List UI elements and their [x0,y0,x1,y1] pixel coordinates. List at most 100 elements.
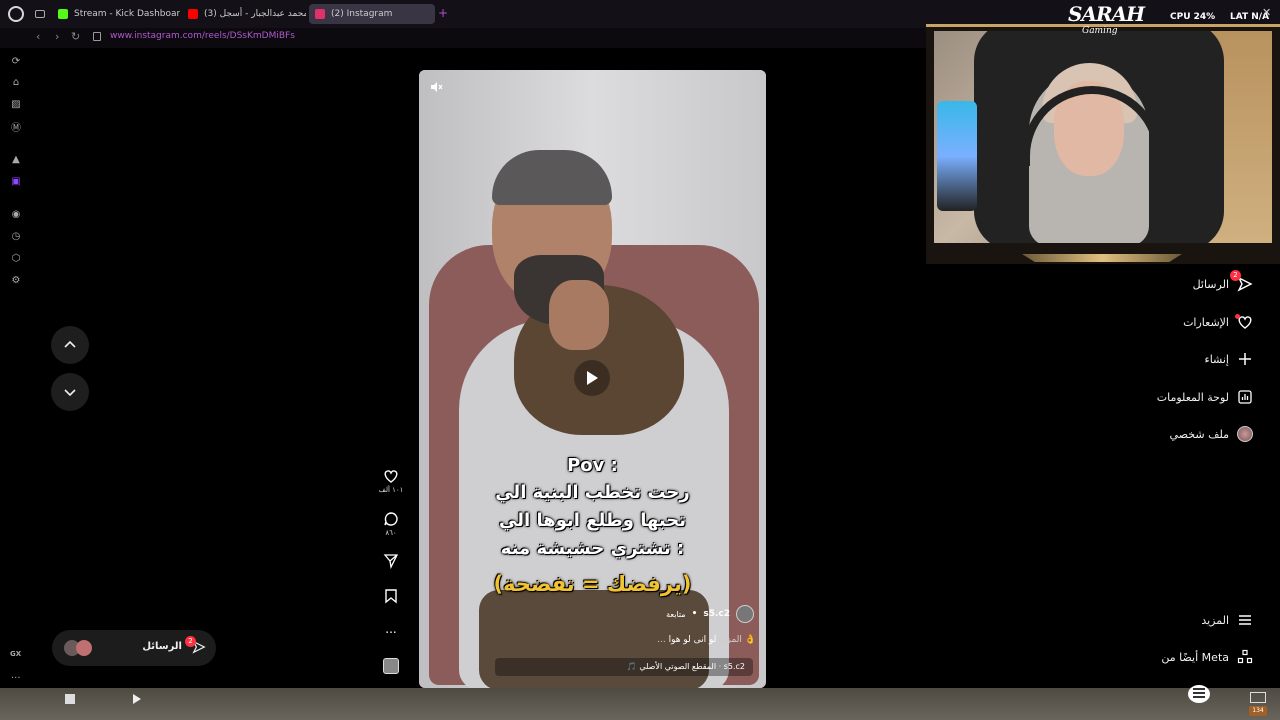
brand-subtitle: Gaming [1082,26,1118,36]
arrow-app-icon[interactable]: ▲ [7,150,25,168]
taskbar [0,688,1280,720]
nav-profile[interactable]: ملف شخصي [1170,426,1253,442]
nav-messages-label: الرسائل [1192,277,1229,291]
caption-line: تحبها وطلع ابوها الي [499,510,686,531]
tab-youtube[interactable]: (3) محمد عبدالجبار - أسجل ... [182,4,306,24]
webcam-feed [934,31,1272,243]
player-icon[interactable]: ◉ [7,205,25,223]
tab-kick-dashboard[interactable]: Stream - Kick Dashboard [52,4,180,24]
refresh-icon[interactable]: ⟳ [7,52,25,70]
flow-icon[interactable]: ▨ [7,95,25,113]
meta-apps-icon [1237,649,1253,664]
messages-pill[interactable]: الرسائل 2 [52,630,216,666]
like-count: ١٠١ ألف [378,486,404,494]
nav-create[interactable]: إنشاء [1205,351,1253,367]
new-tab-button[interactable]: + [438,6,448,20]
reel-description: ... المزيد لو انى لو هوا 👌 [657,635,756,645]
mail-icon[interactable] [1250,692,1266,703]
dashboard-icon [1238,390,1252,404]
messages-badge: 2 [185,636,196,647]
play-icon[interactable] [132,693,142,705]
notification-dot [1235,314,1240,319]
twitch-icon[interactable]: ▣ [7,172,25,190]
caption-line: تشتري حشيشة منه : [500,538,685,559]
address-bar: ‹ › ↻ www.instagram.com/reels/DSsKmDMiBF… [0,28,930,48]
tab-label: Stream - Kick Dashboard [74,9,180,19]
nav-dashboard-label: لوحة المعلومات [1156,390,1229,404]
nav-profile-label: ملف شخصي [1169,427,1229,441]
url-field[interactable]: www.instagram.com/reels/DSsKmDMiBFs [110,31,295,41]
play-button[interactable] [574,360,610,396]
heart-icon [1235,314,1253,330]
hamburger-icon [1239,615,1251,625]
tab-label: (3) محمد عبدالجبار - أسجل ... [204,9,306,19]
nav-dashboard[interactable]: لوحة المعلومات [1157,389,1253,405]
avatar [76,640,92,656]
share-action[interactable] [380,553,402,569]
tab-manager-icon[interactable] [35,10,45,18]
like-action[interactable]: ١٠١ ألف [378,468,404,494]
sidebar-more-icon[interactable]: ... [11,670,21,681]
screen: Stream - Kick Dashboard (3) محمد عبدالجب… [0,0,1280,720]
nav-notifications[interactable]: الإشعارات [1183,314,1253,330]
webcam-microphone [937,101,977,211]
audio-label[interactable]: 🎵 المقطع الصوتي الأصلي · s5.c2 [495,658,753,676]
send-icon [383,554,399,569]
kick-icon [58,9,68,19]
caption-punchline: (يرفضك = تفضحة) [493,572,692,596]
instagram-icon [315,9,325,19]
m-icon[interactable]: Ⓜ [7,117,25,135]
plus-icon [1239,353,1251,365]
settings-icon[interactable]: ⚙ [7,271,25,289]
comment-count: ٨٦٠ [385,529,397,537]
video-hand [549,280,609,350]
stop-icon[interactable] [65,694,75,704]
comment-icon [384,512,398,526]
author-name[interactable]: s5.c2 [703,609,730,619]
next-reel-button[interactable] [51,373,89,411]
messenger-icon: 2 [1230,270,1253,292]
nav-messages-badge: 2 [1230,270,1241,281]
separator-dot: • [691,609,698,619]
extensions-icon[interactable]: ⬡ [7,249,25,267]
nav-more-label: المزيد [1201,613,1229,627]
webcam-gold-trim [1022,254,1182,262]
opera-gx-logo-icon[interactable] [8,6,24,22]
nav-more[interactable]: المزيد [1201,612,1253,628]
previous-reel-button[interactable] [51,326,89,364]
shop-icon[interactable]: ⌂ [7,73,25,91]
follow-button[interactable]: متابعة [666,610,686,619]
heart-icon [384,470,398,483]
youtube-icon [188,9,198,19]
messages-pill-label: الرسائل [142,641,182,652]
chevron-down-icon [64,389,76,397]
nav-meta-label: أيضًا من Meta [1161,650,1229,664]
bookmark-icon [385,589,397,604]
nav-messages[interactable]: الرسائل 2 [1192,270,1253,292]
brand-logo: SARAH [1068,2,1145,26]
reel-video[interactable]: Pov : رحت تخطب البنية الي تحبها وطلع ابو… [419,70,766,688]
comment-action[interactable]: ٨٦٠ [380,511,402,537]
gx-label[interactable]: GX [10,650,21,658]
close-icon[interactable]: ✕ [1262,6,1271,19]
more-options-icon: ... [385,622,397,636]
reload-icon[interactable]: ↻ [71,30,80,43]
caption-line: Pov : [567,455,618,476]
more-options-action[interactable]: ... [380,622,402,636]
play-icon [587,371,598,385]
mute-icon[interactable] [429,80,443,94]
author-avatar[interactable] [736,605,754,623]
chat-app-icon[interactable] [1188,685,1210,703]
nav-notifications-label: الإشعارات [1183,315,1229,329]
save-action[interactable] [380,588,402,604]
audio-thumbnail[interactable] [383,658,399,674]
description-text: لو انى لو هوا 👌 [668,635,756,645]
cpu-stat: CPU 24% [1170,12,1216,22]
forward-icon[interactable]: › [55,30,59,43]
nav-meta[interactable]: أيضًا من Meta [1161,649,1253,665]
tab-instagram[interactable]: (2) Instagram [309,4,435,24]
back-icon[interactable]: ‹ [36,30,40,43]
mail-count-badge: 134 [1249,706,1267,716]
history-icon[interactable]: ◷ [7,227,25,245]
avatar-group [64,640,94,656]
